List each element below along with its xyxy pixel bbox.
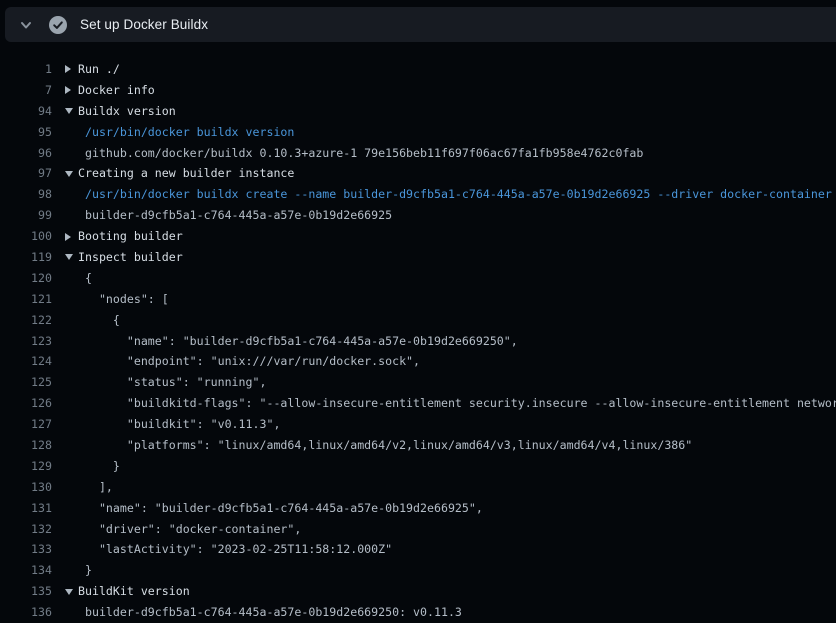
line-number[interactable]: 99 xyxy=(0,205,52,226)
step-title: Set up Docker Buildx xyxy=(80,17,208,32)
log-line: 123 "name": "builder-d9cfb5a1-c764-445a-… xyxy=(0,331,836,352)
line-number[interactable]: 96 xyxy=(0,143,52,164)
log-line: 130 ], xyxy=(0,477,836,498)
log-output-text: builder-d9cfb5a1-c764-445a-a57e-0b19d2e6… xyxy=(78,205,392,226)
line-number[interactable]: 121 xyxy=(0,289,52,310)
line-number[interactable]: 125 xyxy=(0,372,52,393)
line-number[interactable]: 136 xyxy=(0,602,52,623)
log-line: 132 "driver": "docker-container", xyxy=(0,519,836,540)
log-group-title: Booting builder xyxy=(78,226,183,247)
log-output-text: } xyxy=(78,560,92,581)
line-number[interactable]: 134 xyxy=(0,560,52,581)
log-output-text: builder-d9cfb5a1-c764-445a-a57e-0b19d2e6… xyxy=(78,602,462,623)
log-group-line[interactable]: 1 Run ./ xyxy=(0,59,836,80)
line-number[interactable]: 124 xyxy=(0,351,52,372)
log-output-text: "nodes": [ xyxy=(78,289,169,310)
log-group-title: Docker info xyxy=(78,80,155,101)
log-output-text: "lastActivity": "2023-02-25T11:58:12.000… xyxy=(78,539,392,560)
line-number[interactable]: 135 xyxy=(0,581,52,602)
log-group-line[interactable]: 94 Buildx version xyxy=(0,101,836,122)
log-output-text: "buildkit": "v0.11.3", xyxy=(78,414,280,435)
expand-arrow-icon[interactable] xyxy=(52,65,78,73)
log-group-title: Buildx version xyxy=(78,101,176,122)
log-line: 127 "buildkit": "v0.11.3", xyxy=(0,414,836,435)
expand-arrow-icon[interactable] xyxy=(52,86,78,94)
log-output-text: "endpoint": "unix:///var/run/docker.sock… xyxy=(78,351,420,372)
log-line: 134 } xyxy=(0,560,836,581)
log-line: 120 { xyxy=(0,268,836,289)
collapse-arrow-icon[interactable] xyxy=(52,108,78,114)
log-group-title: Creating a new builder instance xyxy=(78,163,294,184)
log-line: 98 /usr/bin/docker buildx create --name … xyxy=(0,184,836,205)
expand-arrow-icon[interactable] xyxy=(52,233,78,241)
log-output-text: ], xyxy=(78,477,113,498)
collapse-arrow-icon[interactable] xyxy=(52,171,78,177)
line-number[interactable]: 7 xyxy=(0,80,52,101)
collapse-arrow-icon[interactable] xyxy=(52,254,78,260)
log-output-text: "platforms": "linux/amd64,linux/amd64/v2… xyxy=(78,435,692,456)
log-line: 124 "endpoint": "unix:///var/run/docker.… xyxy=(0,351,836,372)
check-circle-icon xyxy=(49,16,67,34)
line-number[interactable]: 126 xyxy=(0,393,52,414)
log-line: 95 /usr/bin/docker buildx version xyxy=(0,122,836,143)
line-number[interactable]: 123 xyxy=(0,331,52,352)
log-output-text: "name": "builder-d9cfb5a1-c764-445a-a57e… xyxy=(78,498,483,519)
line-number[interactable]: 120 xyxy=(0,268,52,289)
line-number[interactable]: 130 xyxy=(0,477,52,498)
log-line: 121 "nodes": [ xyxy=(0,289,836,310)
log-group-line[interactable]: 7 Docker info xyxy=(0,80,836,101)
line-number[interactable]: 127 xyxy=(0,414,52,435)
log-group-title: Inspect builder xyxy=(78,247,183,268)
log-container: 1Run ./7Docker info94Buildx version95 /u… xyxy=(0,42,836,623)
log-line: 122 { xyxy=(0,310,836,331)
line-number[interactable]: 129 xyxy=(0,456,52,477)
log-command-text: /usr/bin/docker buildx version xyxy=(78,122,294,143)
log-output-text: "status": "running", xyxy=(78,372,266,393)
log-output-text: "name": "builder-d9cfb5a1-c764-445a-a57e… xyxy=(78,331,518,352)
line-number[interactable]: 133 xyxy=(0,539,52,560)
line-number[interactable]: 97 xyxy=(0,163,52,184)
log-line: 128 "platforms": "linux/amd64,linux/amd6… xyxy=(0,435,836,456)
log-line: 131 "name": "builder-d9cfb5a1-c764-445a-… xyxy=(0,498,836,519)
line-number[interactable]: 119 xyxy=(0,247,52,268)
log-line: 96 github.com/docker/buildx 0.10.3+azure… xyxy=(0,143,836,164)
log-line: 99 builder-d9cfb5a1-c764-445a-a57e-0b19d… xyxy=(0,205,836,226)
line-number[interactable]: 95 xyxy=(0,122,52,143)
line-number[interactable]: 132 xyxy=(0,519,52,540)
chevron-down-icon[interactable] xyxy=(18,17,34,33)
log-line: 129 } xyxy=(0,456,836,477)
log-line: 125 "status": "running", xyxy=(0,372,836,393)
log-group-title: BuildKit version xyxy=(78,581,190,602)
log-line: 133 "lastActivity": "2023-02-25T11:58:12… xyxy=(0,539,836,560)
log-group-line[interactable]: 135 BuildKit version xyxy=(0,581,836,602)
log-output-text: { xyxy=(78,268,92,289)
log-group-line[interactable]: 100 Booting builder xyxy=(0,226,836,247)
log-output-text: github.com/docker/buildx 0.10.3+azure-1 … xyxy=(78,143,643,164)
collapse-arrow-icon[interactable] xyxy=(52,589,78,595)
log-line: 136 builder-d9cfb5a1-c764-445a-a57e-0b19… xyxy=(0,602,836,623)
line-number[interactable]: 94 xyxy=(0,101,52,122)
line-number[interactable]: 98 xyxy=(0,184,52,205)
log-output-text: { xyxy=(78,310,120,331)
line-number[interactable]: 100 xyxy=(0,226,52,247)
log-group-title: Run ./ xyxy=(78,59,120,80)
log-output-text: "buildkitd-flags": "--allow-insecure-ent… xyxy=(78,393,836,414)
log-command-text: /usr/bin/docker buildx create --name bui… xyxy=(78,184,832,205)
log-group-line[interactable]: 97 Creating a new builder instance xyxy=(0,163,836,184)
line-number[interactable]: 131 xyxy=(0,498,52,519)
log-output-text: "driver": "docker-container", xyxy=(78,519,301,540)
log-line: 126 "buildkitd-flags": "--allow-insecure… xyxy=(0,393,836,414)
line-number[interactable]: 1 xyxy=(0,59,52,80)
step-header[interactable]: Set up Docker Buildx xyxy=(5,7,836,42)
log-group-line[interactable]: 119 Inspect builder xyxy=(0,247,836,268)
log-output-text: } xyxy=(78,456,120,477)
line-number[interactable]: 128 xyxy=(0,435,52,456)
line-number[interactable]: 122 xyxy=(0,310,52,331)
